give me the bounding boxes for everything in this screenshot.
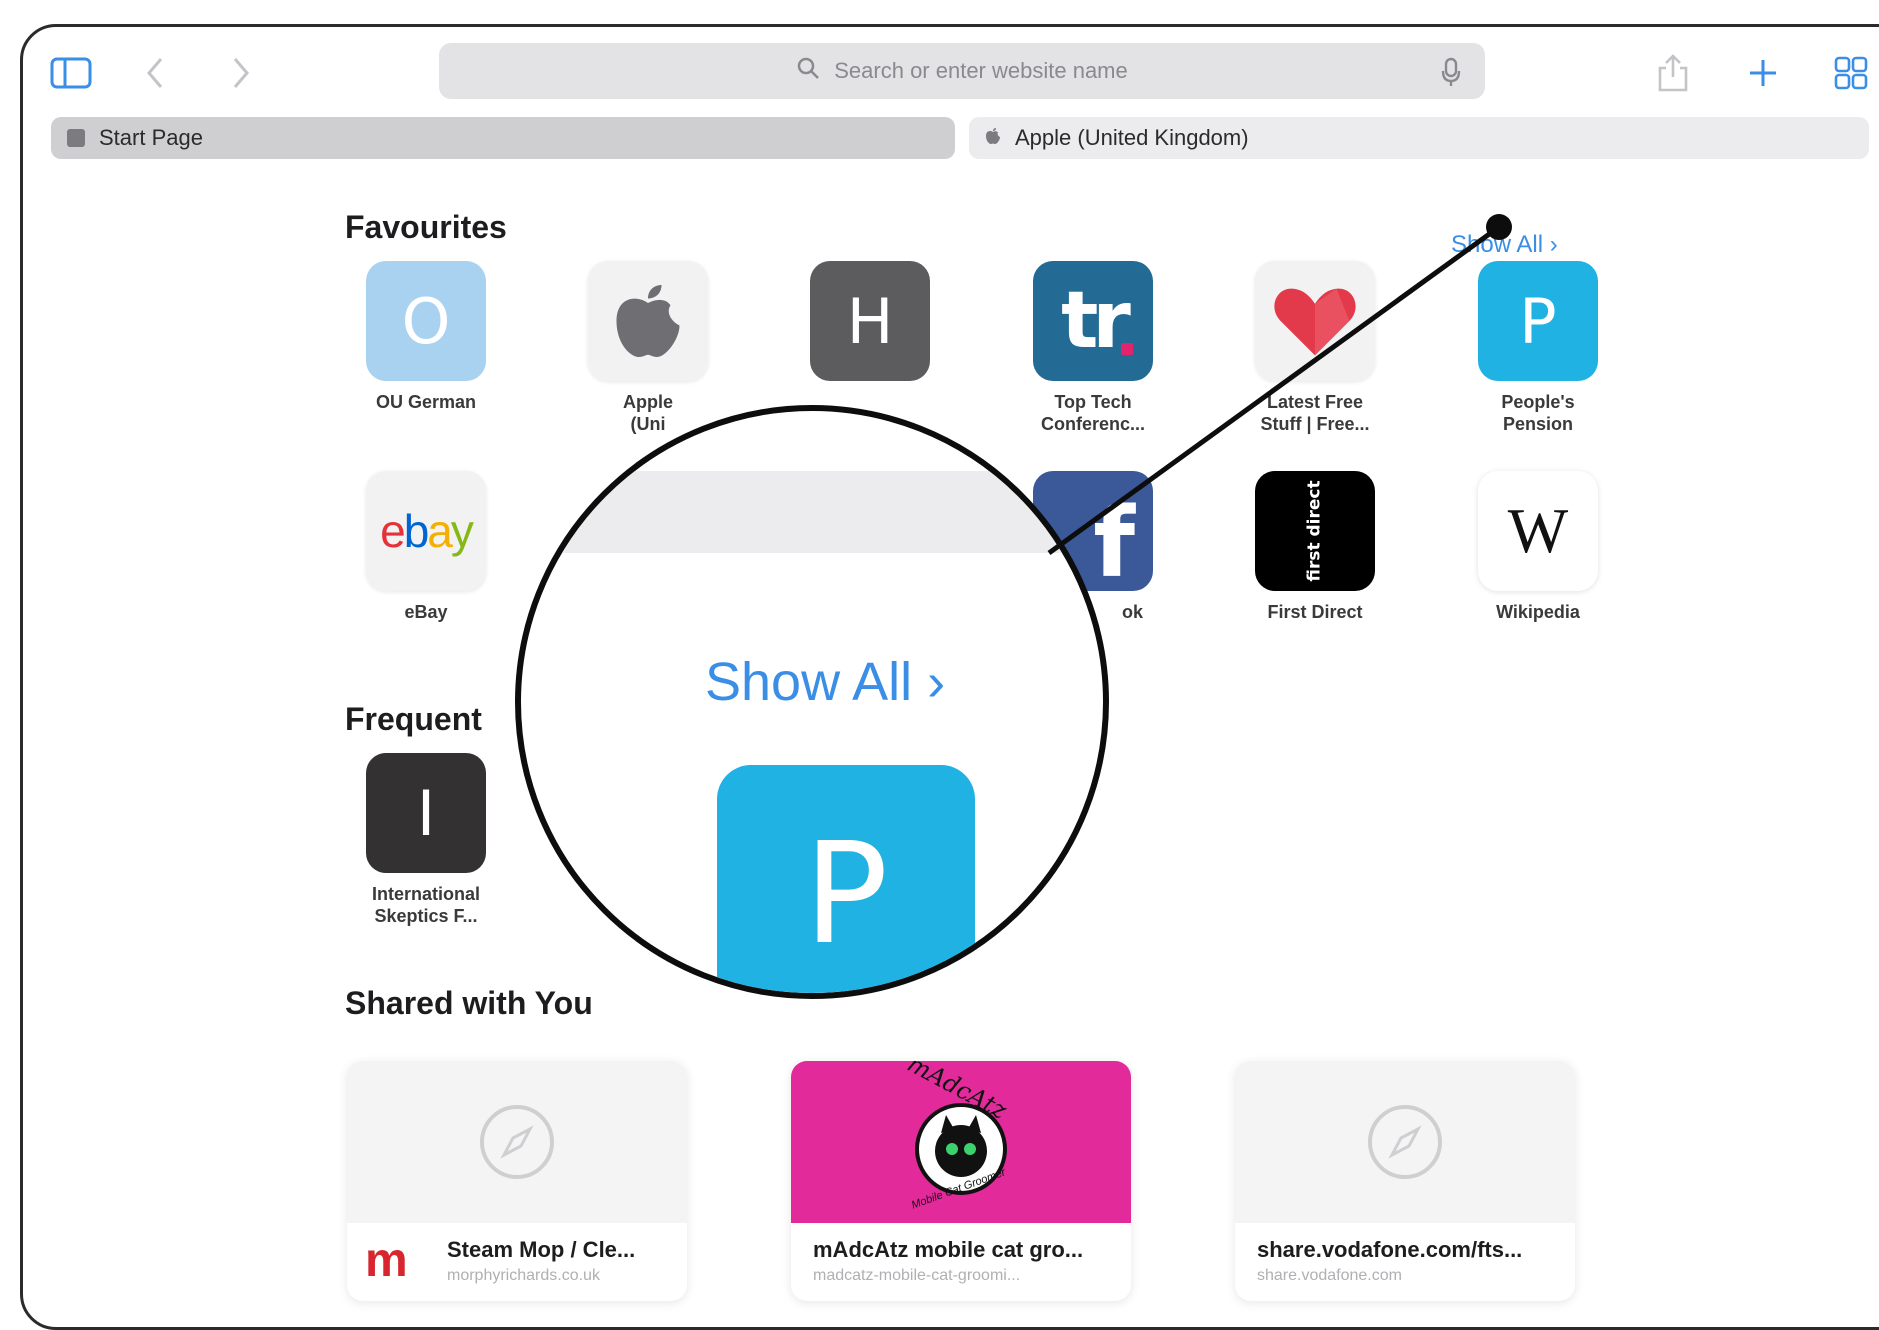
- pink-dot: [1121, 343, 1133, 355]
- favourite-latest-free[interactable]: Latest Free Stuff | Free...: [1235, 261, 1395, 435]
- share-icon[interactable]: [1651, 51, 1695, 95]
- shared-thumb: [1235, 1061, 1575, 1223]
- grid-icon[interactable]: [1829, 51, 1873, 95]
- label-line-1: International: [371, 884, 480, 904]
- ebay-logo: ebay: [366, 471, 486, 591]
- search-placeholder: Search or enter website name: [834, 58, 1128, 83]
- favourite-tile: tr: [1033, 261, 1153, 381]
- microphone-icon[interactable]: [1441, 57, 1461, 93]
- sidebar-icon[interactable]: [49, 51, 93, 95]
- favourite-tile: O: [366, 261, 486, 381]
- tab-start-page[interactable]: Start Page: [51, 117, 955, 159]
- shared-thumb: [347, 1061, 687, 1223]
- frequent-label: International Skeptics F...: [346, 883, 506, 927]
- tile-glyph: tr: [1061, 276, 1131, 366]
- show-all-label: Show All: [1451, 231, 1544, 258]
- label-line-2: Pension: [1502, 414, 1573, 434]
- browser-window: Search or enter website name Start Page …: [20, 24, 1879, 1330]
- label-line-2: Conferenc...: [1040, 414, 1146, 434]
- shared-card-title: Steam Mop / Cle...: [447, 1237, 636, 1262]
- favourite-label: Wikipedia: [1496, 602, 1580, 622]
- shared-card-title: share.vodafone.com/fts...: [1257, 1237, 1523, 1262]
- label-line-1: Latest Free: [1266, 392, 1364, 412]
- favourite-tile: H: [810, 261, 930, 381]
- magnified-tile: P: [717, 765, 975, 993]
- favourite-first-direct[interactable]: first direct First Direct: [1235, 471, 1395, 623]
- shared-card-madcatz[interactable]: mAdcAtz Mobile Cat Groomer mAdcAtz mobil…: [791, 1061, 1131, 1301]
- favourite-label: Top Tech Conferenc...: [1013, 391, 1173, 435]
- label-line-1: Top Tech: [1054, 392, 1132, 412]
- favourite-label: eBay: [404, 602, 448, 622]
- apple-logo-icon: [985, 125, 1001, 151]
- favourite-top-tech[interactable]: tr Top Tech Conferenc...: [1013, 261, 1173, 435]
- shared-card-url: morphyrichards.co.uk: [447, 1267, 600, 1284]
- search-icon: [796, 56, 820, 86]
- apple-logo-icon: [616, 285, 680, 357]
- plus-icon[interactable]: [1741, 51, 1785, 95]
- shared-card-steam-mop[interactable]: m Steam Mop / Cle... morphyrichards.co.u…: [347, 1061, 687, 1301]
- morphy-richards-logo: m: [365, 1234, 408, 1287]
- address-bar[interactable]: Search or enter website name: [439, 43, 1485, 99]
- shared-card-title: mAdcAtz mobile cat gro...: [813, 1237, 1084, 1262]
- chevron-right-icon: ›: [1549, 231, 1558, 258]
- toolbar: Search or enter website name: [23, 27, 1879, 123]
- favourite-label: First Direct: [1267, 602, 1363, 622]
- favourite-ou-german[interactable]: O OU German: [346, 261, 506, 413]
- magnified-show-all-label: Show All: [705, 652, 913, 712]
- tab-apple-uk[interactable]: Apple (United Kingdom): [969, 117, 1869, 159]
- magnified-tab-bar: [521, 471, 1103, 553]
- chevron-right-icon: ›: [927, 652, 946, 712]
- compass-icon: [480, 1105, 554, 1179]
- shared-title: Shared with You: [345, 985, 593, 1021]
- compass-icon: [1368, 1105, 1442, 1179]
- favourite-tile: [1255, 261, 1375, 381]
- favourite-label: People's Pension: [1458, 391, 1618, 435]
- favourite-tile: [588, 261, 708, 381]
- favourite-peoples-pension[interactable]: P People's Pension: [1458, 261, 1618, 435]
- madcatz-logo: mAdcAtz Mobile Cat Groomer: [791, 1061, 1131, 1223]
- tab-bar: Start Page Apple (United Kingdom): [51, 117, 1879, 161]
- show-all-link[interactable]: Show All ›: [1451, 231, 1558, 259]
- first-direct-logo: first direct: [1304, 480, 1325, 582]
- frequent-title: Frequent: [345, 701, 482, 737]
- favourite-label: OU German: [375, 392, 477, 412]
- tab-label: Start Page: [99, 125, 203, 150]
- tab-label: Apple (United Kingdom): [1015, 125, 1249, 150]
- chevron-left-icon[interactable]: [133, 51, 177, 95]
- favourites-title: Favourites: [345, 209, 507, 245]
- magnified-show-all: Show All ›: [705, 651, 945, 713]
- favourite-ebay[interactable]: ebay eBay: [346, 471, 506, 623]
- label-line-1: People's: [1501, 392, 1575, 412]
- magnifier-callout: Show All › P: [515, 405, 1109, 999]
- favourite-apple[interactable]: Apple (Uni: [568, 261, 728, 435]
- label-line-2: Stuff | Free...: [1260, 414, 1370, 434]
- heart-icon: [1274, 288, 1356, 356]
- wikipedia-logo: W: [1478, 471, 1598, 591]
- shared-card-url: share.vodafone.com: [1257, 1267, 1402, 1284]
- frequent-tile: I: [366, 753, 486, 873]
- label-line-2: (Uni: [630, 414, 666, 434]
- page-icon: [67, 129, 85, 147]
- label-line-2: Skeptics F...: [374, 906, 478, 926]
- shared-card-url: madcatz-mobile-cat-groomi...: [813, 1267, 1021, 1284]
- shared-card-vodafone[interactable]: share.vodafone.com/fts... share.vodafone…: [1235, 1061, 1575, 1301]
- favourite-h[interactable]: H: [790, 261, 950, 381]
- favourite-tile: P: [1478, 261, 1598, 381]
- chevron-right-icon[interactable]: [219, 51, 263, 95]
- favourite-tile: first direct: [1255, 471, 1375, 591]
- frequent-international-skeptics[interactable]: I International Skeptics F...: [346, 753, 506, 927]
- favourite-label: Latest Free Stuff | Free...: [1235, 391, 1395, 435]
- favourite-wikipedia[interactable]: W Wikipedia: [1458, 471, 1618, 623]
- label-line-1: Apple: [622, 392, 673, 412]
